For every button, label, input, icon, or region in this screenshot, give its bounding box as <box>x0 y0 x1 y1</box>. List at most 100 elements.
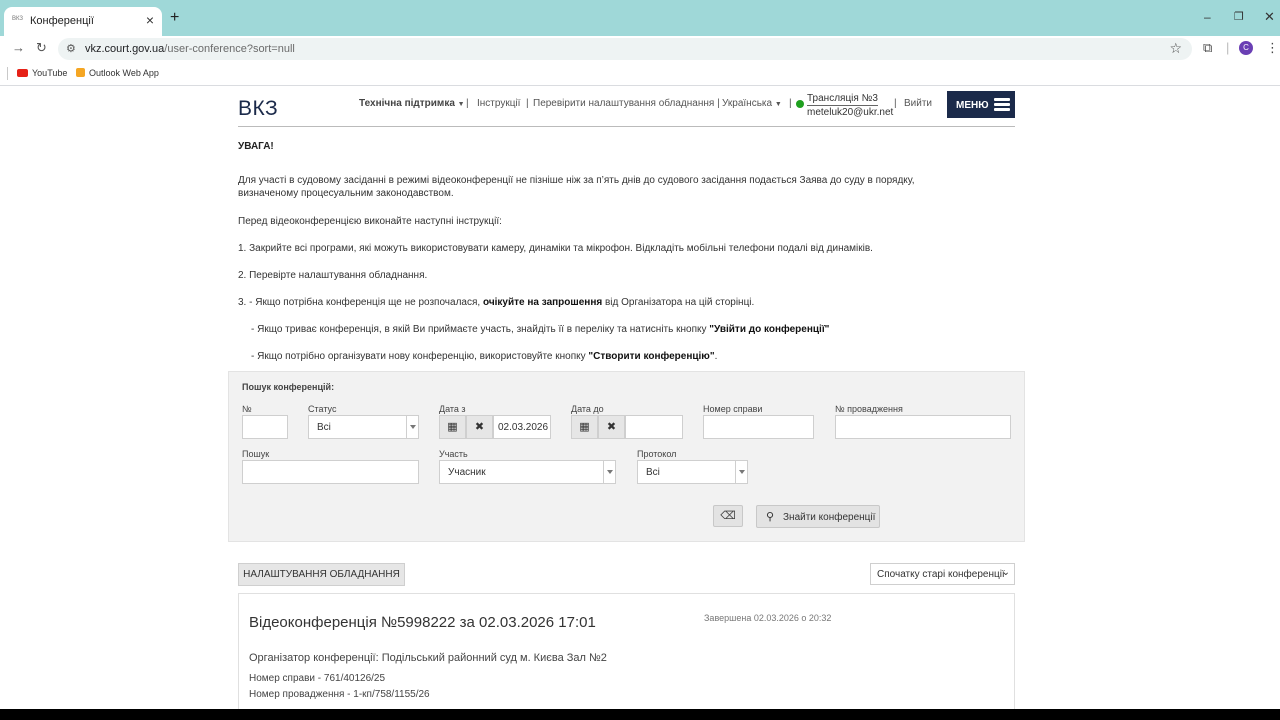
dropdown-arrow-icon <box>735 461 747 483</box>
participation-label: Участь <box>439 449 468 459</box>
date-to-label: Дата до <box>571 404 604 414</box>
sort-select[interactable]: Спочатку старі конференції ⌄ <box>870 563 1015 585</box>
status-select[interactable]: Всі <box>308 415 419 439</box>
tab-title: Конференції <box>30 15 94 27</box>
proceeding-number-label: № провадження <box>835 404 903 414</box>
notice-paragraph: Для участі в судовому засіданні в режимі… <box>238 175 915 199</box>
step3-emphasis: очікуйте на запрошення <box>482 297 603 308</box>
dropdown-arrow-icon <box>406 416 418 438</box>
protocol-label: Протокол <box>637 449 677 459</box>
language-dropdown[interactable]: Українська ▼ <box>722 98 782 109</box>
clear-date-icon[interactable]: ✖ <box>466 415 493 439</box>
conference-organizer: Організатор конференції: Подільський рай… <box>249 652 607 664</box>
nav-separator: | <box>526 98 529 109</box>
bookmark-star-icon[interactable]: ☆ <box>1169 40 1182 57</box>
instruction-step-1: 1. Закрийте всі програми, які можуть вик… <box>238 243 873 254</box>
number-input[interactable] <box>242 415 288 439</box>
case-number-input[interactable] <box>703 415 814 439</box>
instructions-link[interactable]: Інструкції <box>477 98 520 109</box>
check-settings-link[interactable]: Перевірити налаштування обладнання | <box>533 98 720 109</box>
chevron-down-icon: ▼ <box>457 101 465 108</box>
protocol-value: Всі <box>646 467 660 478</box>
step3-text: 3. - Якщо потрібна конференція ще не роз… <box>238 297 483 308</box>
equipment-settings-button[interactable]: НАЛАШТУВАННЯ ОБЛАДНАННЯ <box>238 563 405 586</box>
clear-date-icon[interactable]: ✖ <box>598 415 625 439</box>
tab-conferences[interactable]: ВКЗ Конференції × <box>4 7 162 36</box>
step3b-text: - Якщо триває конференція, в якій Ви при… <box>251 324 710 335</box>
step3b-emphasis: "Увійти до конференції" <box>709 324 830 335</box>
menu-button[interactable]: МЕНЮ <box>947 91 1015 118</box>
forward-icon[interactable]: → <box>12 40 25 55</box>
conference-case-number: Номер справи - 761/40126/25 <box>249 673 386 684</box>
date-from-input[interactable]: 02.03.2026 <box>493 415 551 439</box>
user-name[interactable]: Трансляція №3 <box>807 93 878 106</box>
participation-select[interactable]: Учасник <box>439 460 616 484</box>
search-panel-title: Пошук конференцій: <box>242 382 335 392</box>
bookmark-youtube[interactable]: YouTube <box>17 68 67 78</box>
find-conferences-button[interactable]: ⚲ Знайти конференції <box>756 505 880 528</box>
browser-window: ВКЗ Конференції × + – ❐ ✕ → ↻ ⚙ vkz.cour… <box>0 0 1280 709</box>
youtube-icon <box>17 69 28 77</box>
clear-filters-button[interactable]: ⌫ <box>713 505 743 527</box>
dropdown-arrow-icon <box>603 461 615 483</box>
step3c-text: - Якщо потрібно організувати нову конфер… <box>251 351 589 362</box>
date-to-input[interactable] <box>625 415 683 439</box>
conference-proceeding-number: Номер провадження - 1-кп/758/1155/26 <box>249 689 430 700</box>
close-window-icon[interactable]: ✕ <box>1264 9 1275 25</box>
restore-icon[interactable]: ❐ <box>1234 10 1244 23</box>
nav-separator: | <box>466 98 469 109</box>
nav-separator: | <box>894 98 897 109</box>
notice-title: УВАГА! <box>238 141 274 152</box>
notice-intro: Перед відеоконференцією виконайте наступ… <box>238 216 502 227</box>
chevron-down-icon: ▼ <box>774 101 782 108</box>
conference-status: Завершена 02.03.2026 о 20:32 <box>704 613 832 623</box>
page-content: ВКЗ Технічна підтримка ▼ | Інструкції | … <box>0 87 1280 709</box>
new-tab-icon[interactable]: + <box>170 9 179 27</box>
site-info-icon[interactable]: ⚙ <box>66 42 76 55</box>
header-divider <box>238 126 1015 127</box>
sort-value: Спочатку старі конференції <box>877 569 1005 580</box>
calendar-icon[interactable]: ▦ <box>571 415 598 439</box>
instruction-step-3: 3. - Якщо потрібна конференція ще не роз… <box>238 296 754 309</box>
address-bar[interactable]: ⚙ vkz.court.gov.ua/user-conference?sort=… <box>58 38 1192 60</box>
minimize-icon[interactable]: – <box>1204 10 1211 24</box>
browser-menu-icon[interactable]: ⋮ <box>1266 40 1279 56</box>
support-label: Технічна підтримка <box>359 98 455 109</box>
bookmarks-bar: YouTube Outlook Web App <box>0 62 1280 86</box>
outlook-icon <box>76 68 85 77</box>
tab-close-icon[interactable]: × <box>146 12 154 28</box>
instruction-step-3b: - Якщо триває конференція, в якій Ви при… <box>251 323 829 336</box>
search-input[interactable] <box>242 460 419 484</box>
date-from-value: 02.03.2026 <box>498 422 549 433</box>
browser-toolbar: → ↻ ⚙ vkz.court.gov.ua/user-conference?s… <box>0 36 1280 62</box>
profile-avatar[interactable]: C <box>1239 41 1253 55</box>
case-number-label: Номер справи <box>703 404 763 414</box>
step3c-text-end: . <box>714 351 718 362</box>
backspace-icon: ⌫ <box>720 510 736 522</box>
bookmarks-divider <box>7 67 8 80</box>
site-favicon-icon: ВКЗ <box>12 16 24 22</box>
user-email: meteluk20@ukr.net <box>807 107 894 118</box>
support-dropdown[interactable]: Технічна підтримка ▼ <box>359 98 465 109</box>
reload-icon[interactable]: ↻ <box>36 40 47 56</box>
tab-bar: ВКЗ Конференції × + – ❐ ✕ <box>0 0 1280 36</box>
online-status-icon <box>796 100 804 108</box>
status-label: Статус <box>308 404 337 414</box>
proceeding-number-input[interactable] <box>835 415 1011 439</box>
url-text: vkz.court.gov.ua/user-conference?sort=nu… <box>85 43 295 55</box>
bookmark-outlook[interactable]: Outlook Web App <box>76 68 159 78</box>
date-from-label: Дата з <box>439 404 466 414</box>
site-logo[interactable]: ВКЗ <box>238 97 278 121</box>
toolbar-divider: | <box>1226 40 1230 55</box>
extensions-icon[interactable]: ⧉ <box>1203 40 1212 56</box>
protocol-select[interactable]: Всі <box>637 460 748 484</box>
menu-label: МЕНЮ <box>956 100 989 111</box>
conference-card: Відеоконференція №5998222 за 02.03.2026 … <box>238 593 1015 709</box>
chevron-down-icon: ⌄ <box>1001 567 1010 578</box>
step3c-emphasis: "Створити конференцію" <box>588 351 715 362</box>
number-label: № <box>242 404 252 414</box>
nav-separator: | <box>789 98 792 109</box>
logout-link[interactable]: Вийти <box>904 98 932 109</box>
calendar-icon[interactable]: ▦ <box>439 415 466 439</box>
find-button-label: Знайти конференції <box>783 512 876 523</box>
